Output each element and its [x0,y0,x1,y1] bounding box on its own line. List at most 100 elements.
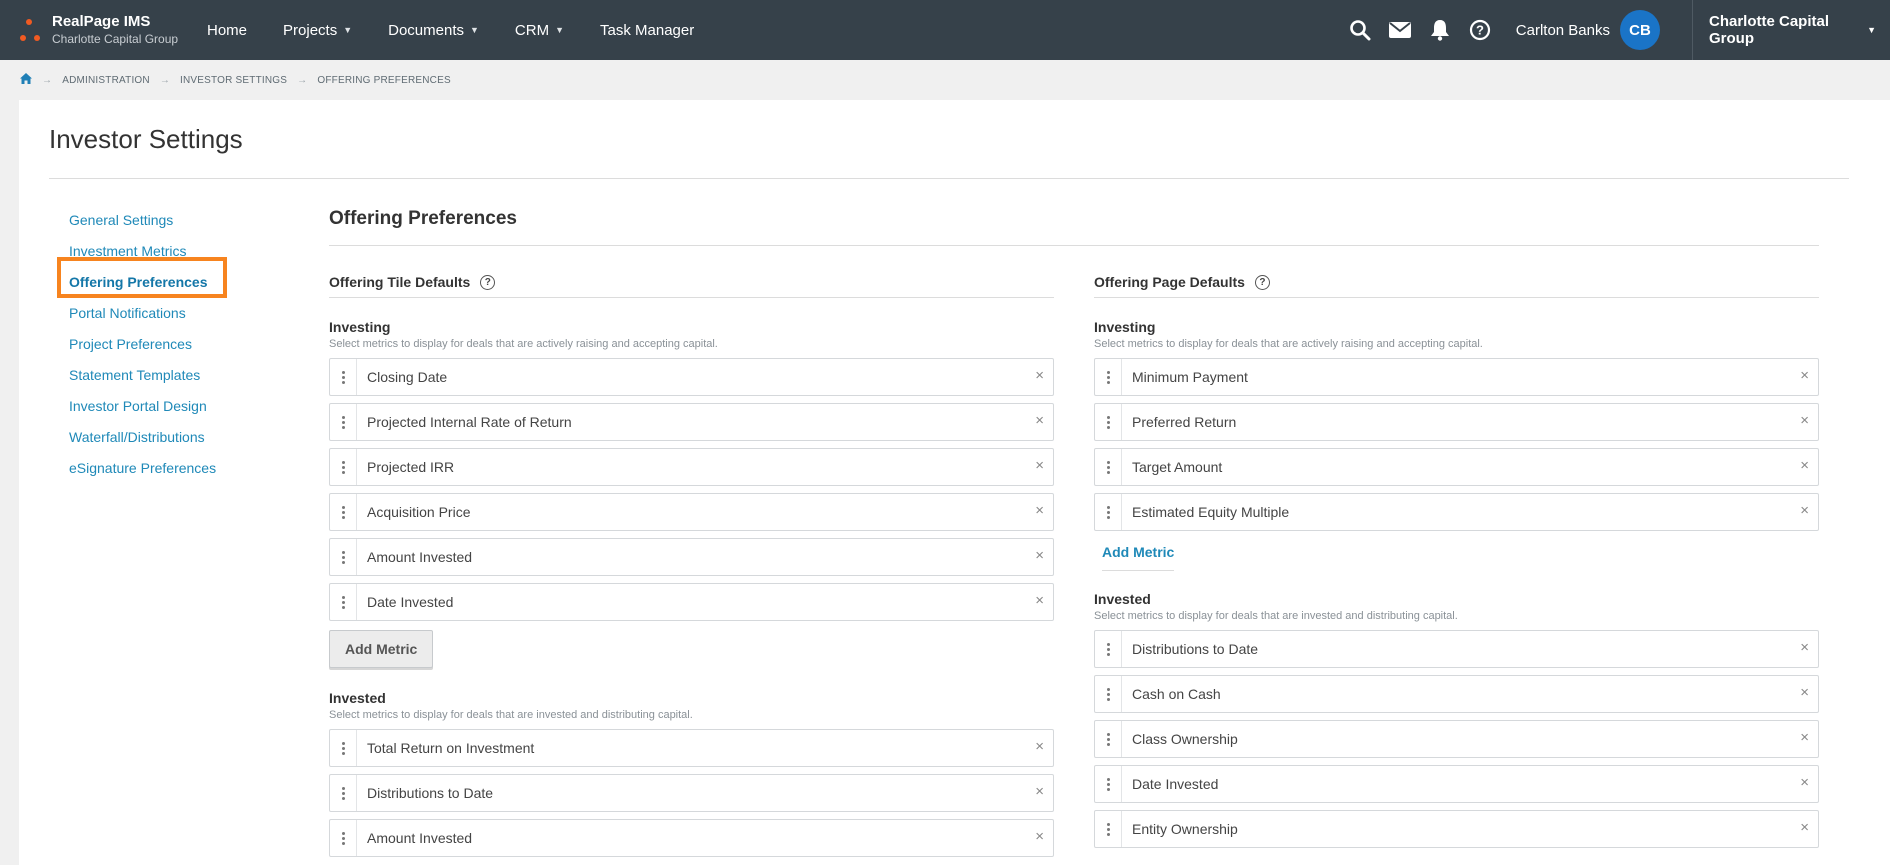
metric-item[interactable]: Cash on Cash × [1094,675,1819,713]
realpage-logo-icon [18,15,44,45]
metric-item[interactable]: Amount Invested × [329,819,1054,857]
metric-item[interactable]: Class Ownership × [1094,720,1819,758]
drag-handle-icon[interactable] [330,449,357,485]
metric-item[interactable]: Amount Invested × [329,538,1054,576]
drag-handle-icon[interactable] [1095,811,1122,847]
close-icon[interactable]: × [1035,738,1044,755]
offering-page-defaults: Offering Page Defaults ? Investing Selec… [1094,272,1819,855]
metric-item[interactable]: Entity Ownership × [1094,810,1819,848]
drag-handle-icon[interactable] [1095,449,1122,485]
bell-icon[interactable] [1420,0,1460,60]
nav-home[interactable]: Home [207,22,247,39]
drag-handle-icon[interactable] [1095,676,1122,712]
main-nav: Home Projects ▼ Documents ▼ CRM ▼ Task Mana… [207,0,730,60]
close-icon[interactable]: × [1035,412,1044,429]
metric-item[interactable]: Distributions to Date × [329,774,1054,812]
metric-item[interactable]: Date Invested × [1094,765,1819,803]
metric-item[interactable]: Distributions to Date × [1094,630,1819,668]
metric-item[interactable]: Acquisition Price × [329,493,1054,531]
close-icon[interactable]: × [1800,502,1809,519]
nav-documents[interactable]: Documents ▼ [388,22,479,39]
sidebar-item-project-preferences[interactable]: Project Preferences [69,329,216,360]
drag-handle-icon[interactable] [330,494,357,530]
search-icon[interactable] [1340,0,1380,60]
sidebar-item-investor-portal-design[interactable]: Investor Portal Design [69,391,216,422]
drag-handle-icon[interactable] [330,730,357,766]
close-icon[interactable]: × [1800,684,1809,701]
drag-handle-icon[interactable] [330,584,357,620]
nav-crm[interactable]: CRM ▼ [515,22,564,39]
metric-item[interactable]: Closing Date × [329,358,1054,396]
metric-item[interactable]: Estimated Equity Multiple × [1094,493,1819,531]
settings-sidebar: General Settings Investment Metrics Offe… [69,205,216,484]
drag-handle-icon[interactable] [1095,766,1122,802]
close-icon[interactable]: × [1035,783,1044,800]
metric-item[interactable]: Projected IRR × [329,448,1054,486]
add-metric-link[interactable]: Add Metric [1102,544,1175,571]
breadcrumb-separator-icon: → [42,74,53,86]
home-icon[interactable] [20,73,32,87]
close-icon[interactable]: × [1035,367,1044,384]
metric-item[interactable]: Total Return on Investment × [329,729,1054,767]
close-icon[interactable]: × [1800,367,1809,384]
metric-item[interactable]: Preferred Return × [1094,403,1819,441]
sidebar-item-esignature-preferences[interactable]: eSignature Preferences [69,453,216,484]
close-icon[interactable]: × [1800,819,1809,836]
help-icon[interactable]: ? [1254,274,1270,290]
metric-label: Acquisition Price [367,504,471,520]
metric-item[interactable]: Target Amount × [1094,448,1819,486]
close-icon[interactable]: × [1800,729,1809,746]
header-tools: ? Carlton Banks CB Charlotte Capital Gro… [1340,0,1890,60]
drag-handle-icon[interactable] [1095,404,1122,440]
user-name[interactable]: Carlton Banks [1516,22,1610,39]
metric-label: Closing Date [367,369,448,385]
drag-handle-icon[interactable] [330,359,357,395]
metric-item[interactable]: Projected Internal Rate of Return × [329,403,1054,441]
metric-label: Estimated Equity Multiple [1132,504,1290,520]
org-name: Charlotte Capital Group [52,32,179,46]
drag-handle-icon[interactable] [330,775,357,811]
add-metric-button[interactable]: Add Metric [329,630,434,668]
close-icon[interactable]: × [1035,592,1044,609]
sidebar-item-general-settings[interactable]: General Settings [69,205,216,236]
sidebar-item-waterfall-distributions[interactable]: Waterfall/Distributions [69,422,216,453]
drag-handle-icon[interactable] [1095,494,1122,530]
help-icon[interactable]: ? [480,274,496,290]
close-icon[interactable]: × [1800,457,1809,474]
close-icon[interactable]: × [1800,774,1809,791]
breadcrumb: → ADMINISTRATION → INVESTOR SETTINGS → O… [20,72,451,88]
group-title-investing: Investing [329,319,391,335]
help-icon[interactable]: ? [1460,0,1500,60]
sidebar-item-statement-templates[interactable]: Statement Templates [69,360,216,391]
drag-handle-icon[interactable] [1095,359,1122,395]
breadcrumb-separator-icon: → [297,74,308,86]
drag-handle-icon[interactable] [330,820,357,856]
breadcrumb-administration[interactable]: ADMINISTRATION [62,75,150,86]
close-icon[interactable]: × [1800,412,1809,429]
nav-projects[interactable]: Projects ▼ [283,22,352,39]
mail-icon[interactable] [1380,0,1420,60]
nav-task-manager[interactable]: Task Manager [600,22,694,39]
close-icon[interactable]: × [1035,457,1044,474]
nav-task-manager-label: Task Manager [600,21,695,39]
avatar[interactable]: CB [1620,10,1660,50]
drag-handle-icon[interactable] [1095,631,1122,667]
metric-label: Target Amount [1132,459,1223,475]
drag-handle-icon[interactable] [330,404,357,440]
close-icon[interactable]: × [1035,502,1044,519]
brand[interactable]: RealPage IMS Charlotte Capital Group [18,12,178,48]
close-icon[interactable]: × [1035,828,1044,845]
close-icon[interactable]: × [1035,547,1044,564]
org-switcher[interactable]: Charlotte Capital Group ▼ [1692,0,1890,60]
nav-documents-label: Documents [388,21,464,39]
chevron-down-icon: ▼ [555,25,565,35]
drag-handle-icon[interactable] [330,539,357,575]
metric-item[interactable]: Minimum Payment × [1094,358,1819,396]
metric-item[interactable]: Date Invested × [329,583,1054,621]
section-title: Offering Preferences [329,208,517,229]
close-icon[interactable]: × [1800,639,1809,656]
drag-handle-icon[interactable] [1095,721,1122,757]
sidebar-item-portal-notifications[interactable]: Portal Notifications [69,298,216,329]
breadcrumb-investor-settings[interactable]: INVESTOR SETTINGS [180,75,287,86]
metric-label: Projected Internal Rate of Return [367,414,572,430]
